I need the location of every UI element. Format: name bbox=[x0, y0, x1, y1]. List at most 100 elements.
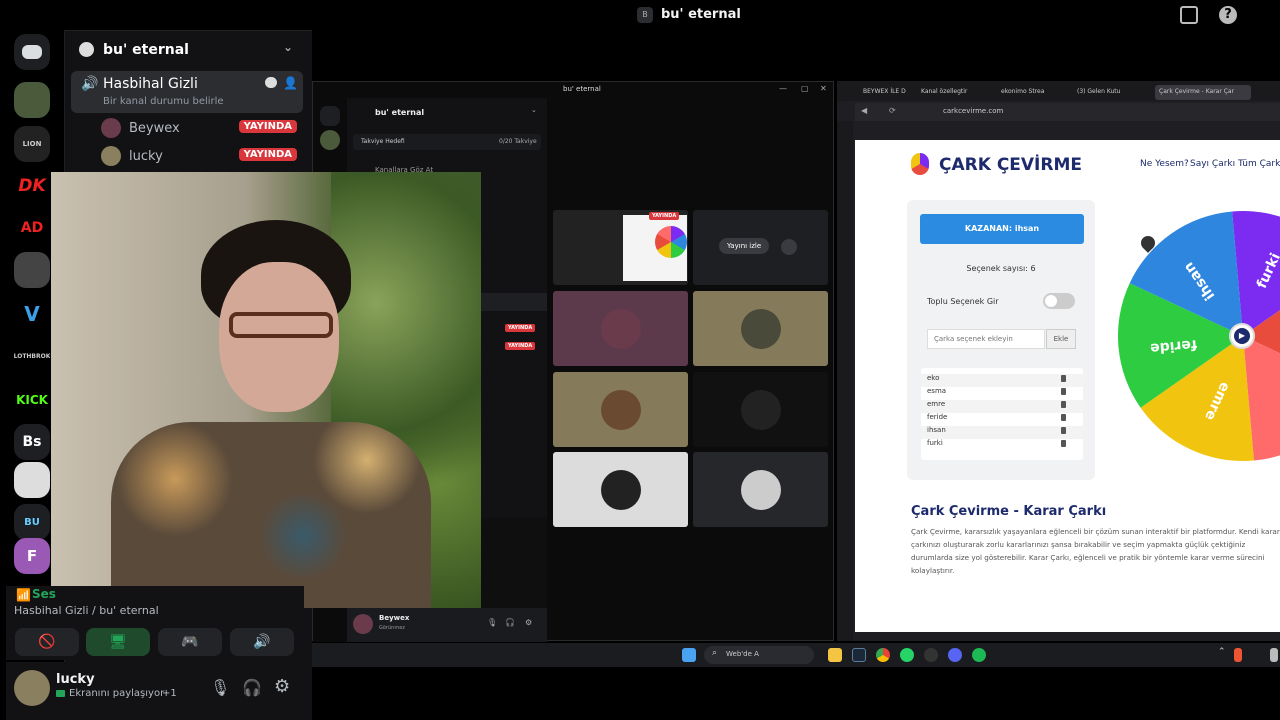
popout-title: bu' eternal bbox=[563, 85, 601, 93]
voice-channel-hasbihal[interactable]: 🔊 Hasbihal Gizli Bir kanal durumu belirl… bbox=[71, 71, 303, 113]
user-avatar[interactable] bbox=[14, 670, 50, 706]
server-warrior[interactable] bbox=[14, 252, 50, 288]
delete-icon[interactable] bbox=[1061, 401, 1066, 408]
option-row: feride bbox=[921, 413, 1083, 426]
nav-ne-yesem[interactable]: Ne Yesem? bbox=[1140, 159, 1189, 169]
chevron-down-icon[interactable]: ⌄ bbox=[283, 40, 293, 54]
webcam-feed bbox=[51, 172, 481, 608]
delete-icon[interactable] bbox=[1061, 375, 1066, 382]
user-tile[interactable] bbox=[693, 291, 828, 366]
help-icon[interactable]: ? bbox=[1219, 6, 1237, 24]
server-header[interactable]: bu' eternal ⌄ bbox=[65, 31, 313, 69]
taskbar: ⌕ Web'de A ⌃ bbox=[312, 643, 1280, 667]
mic-icon[interactable]: 🎙 bbox=[210, 678, 230, 697]
user-tile[interactable] bbox=[553, 452, 688, 527]
voice-connected-label[interactable]: Ses bbox=[32, 587, 56, 601]
boost-goal[interactable]: Takviye Hedefi 0/20 Takviye bbox=[353, 134, 541, 150]
user-panel: lucky Ekranını paylaşıyor +1 🎙 🎧 ⚙ bbox=[6, 662, 304, 720]
server-v[interactable]: V bbox=[14, 296, 50, 332]
browser-tab[interactable]: Çark Çevirme - Karar Çar bbox=[1155, 85, 1251, 100]
user-tile[interactable] bbox=[553, 372, 688, 447]
server-icon[interactable] bbox=[320, 130, 340, 150]
browser-tab[interactable]: BEYWEX İLE D bbox=[859, 85, 913, 100]
back-icon[interactable]: ◀ bbox=[861, 106, 867, 115]
url-text[interactable]: carkcevirme.com bbox=[943, 107, 1003, 115]
steam-icon[interactable] bbox=[852, 648, 866, 662]
stream-tile-watch[interactable]: Yayını izle bbox=[693, 210, 828, 285]
spotify-icon[interactable] bbox=[972, 648, 986, 662]
server-f[interactable]: F bbox=[14, 538, 50, 574]
delete-icon[interactable] bbox=[1061, 440, 1066, 447]
chat-icon[interactable] bbox=[265, 77, 277, 88]
decision-wheel[interactable]: furkiihsanferideemre bbox=[1117, 210, 1280, 462]
delete-icon[interactable] bbox=[1061, 414, 1066, 421]
spin-button[interactable]: ▶ bbox=[1229, 323, 1255, 349]
wheel-preview bbox=[655, 226, 687, 258]
browser-tab[interactable]: Kanal özellegtir bbox=[917, 85, 993, 100]
option-input[interactable] bbox=[927, 329, 1045, 349]
chevron-down-icon[interactable]: ⌄ bbox=[531, 106, 537, 114]
server-ad[interactable]: AD bbox=[14, 210, 50, 246]
add-user-icon[interactable]: 👤 bbox=[283, 76, 298, 90]
site-logo-icon[interactable] bbox=[911, 153, 929, 175]
screen-share-button[interactable]: 🖥 bbox=[86, 628, 150, 656]
voice-user-beywex[interactable]: Beywex YAYINDA bbox=[101, 117, 297, 139]
close-icon[interactable]: ✕ bbox=[820, 84, 827, 93]
server-portrait[interactable] bbox=[14, 82, 50, 118]
discord-taskbar-icon[interactable] bbox=[948, 648, 962, 662]
delete-icon[interactable] bbox=[1061, 388, 1066, 395]
activity-button[interactable]: 🎮 bbox=[158, 628, 222, 656]
inbox-icon[interactable] bbox=[1180, 6, 1198, 24]
file-explorer-icon[interactable] bbox=[828, 648, 842, 662]
option-row: esma bbox=[921, 387, 1083, 400]
stream-icon[interactable] bbox=[781, 239, 797, 255]
windows-start-icon[interactable] bbox=[682, 648, 696, 662]
taskbar-search[interactable]: ⌕ Web'de A bbox=[704, 646, 814, 664]
voice-user-lucky[interactable]: lucky YAYINDA bbox=[101, 145, 297, 167]
minimize-icon[interactable]: — bbox=[779, 84, 787, 93]
user-tile[interactable] bbox=[693, 372, 828, 447]
discord-home[interactable] bbox=[14, 34, 50, 70]
add-option-button[interactable]: Ekle bbox=[1046, 329, 1076, 349]
headphones-icon[interactable]: 🎧 bbox=[242, 678, 262, 697]
maximize-icon[interactable]: ▢ bbox=[801, 84, 809, 93]
chrome-icon[interactable] bbox=[876, 648, 890, 662]
avatar bbox=[741, 390, 781, 430]
gear-icon[interactable]: ⚙ bbox=[274, 676, 290, 697]
nav-sayi-carki[interactable]: Sayı Çarkı bbox=[1190, 159, 1235, 169]
opera-icon[interactable] bbox=[924, 648, 938, 662]
discord-home-icon[interactable] bbox=[320, 106, 340, 126]
nav-tum-carklar[interactable]: Tüm Çarkla bbox=[1238, 159, 1280, 169]
mic-icon[interactable]: 🎙 bbox=[487, 618, 497, 627]
site-logo[interactable]: ÇARK ÇEVİRME bbox=[939, 155, 1082, 175]
whatsapp-icon[interactable] bbox=[900, 648, 914, 662]
voice-location[interactable]: Hasbihal Gizli / bu' eternal bbox=[14, 604, 159, 617]
server-troll[interactable] bbox=[14, 462, 50, 498]
voice-status-text[interactable]: Bir kanal durumu belirle bbox=[103, 96, 224, 107]
network-icon[interactable] bbox=[1270, 648, 1278, 662]
article-heading: Çark Çevirme - Karar Çarkı bbox=[911, 504, 1107, 519]
soundboard-button[interactable]: 🔊 bbox=[230, 628, 294, 656]
server-bs[interactable]: Bs bbox=[14, 424, 50, 460]
stream-tile-screen[interactable]: YAYINDA bbox=[553, 210, 688, 285]
camera-off-button[interactable]: 🚫 bbox=[15, 628, 79, 656]
user-name[interactable]: lucky bbox=[56, 672, 95, 687]
browser-tab[interactable]: ekonimo Strea bbox=[997, 85, 1069, 100]
watch-stream-button[interactable]: Yayını izle bbox=[719, 238, 770, 254]
user-tile[interactable] bbox=[693, 452, 828, 527]
delete-icon[interactable] bbox=[1061, 427, 1066, 434]
server-lothbrok[interactable]: LOTHBROK bbox=[14, 338, 50, 374]
server-bu[interactable]: BU bbox=[14, 504, 50, 540]
tray-icon[interactable] bbox=[1234, 648, 1242, 662]
tray-chevron-icon[interactable]: ⌃ bbox=[1218, 647, 1226, 657]
user-tile[interactable] bbox=[553, 291, 688, 366]
option-label: esma bbox=[927, 387, 947, 395]
server-kick[interactable]: KICK bbox=[14, 382, 50, 418]
server-lion[interactable]: LION bbox=[14, 126, 50, 162]
browser-tab[interactable]: (3) Gelen Kutu bbox=[1073, 85, 1151, 100]
gear-icon[interactable]: ⚙ bbox=[525, 618, 532, 627]
bulk-entry-toggle[interactable] bbox=[1043, 293, 1075, 309]
headphones-icon[interactable]: 🎧 bbox=[505, 618, 515, 627]
reload-icon[interactable]: ⟳ bbox=[889, 106, 896, 115]
server-dk[interactable]: DK bbox=[14, 168, 50, 204]
